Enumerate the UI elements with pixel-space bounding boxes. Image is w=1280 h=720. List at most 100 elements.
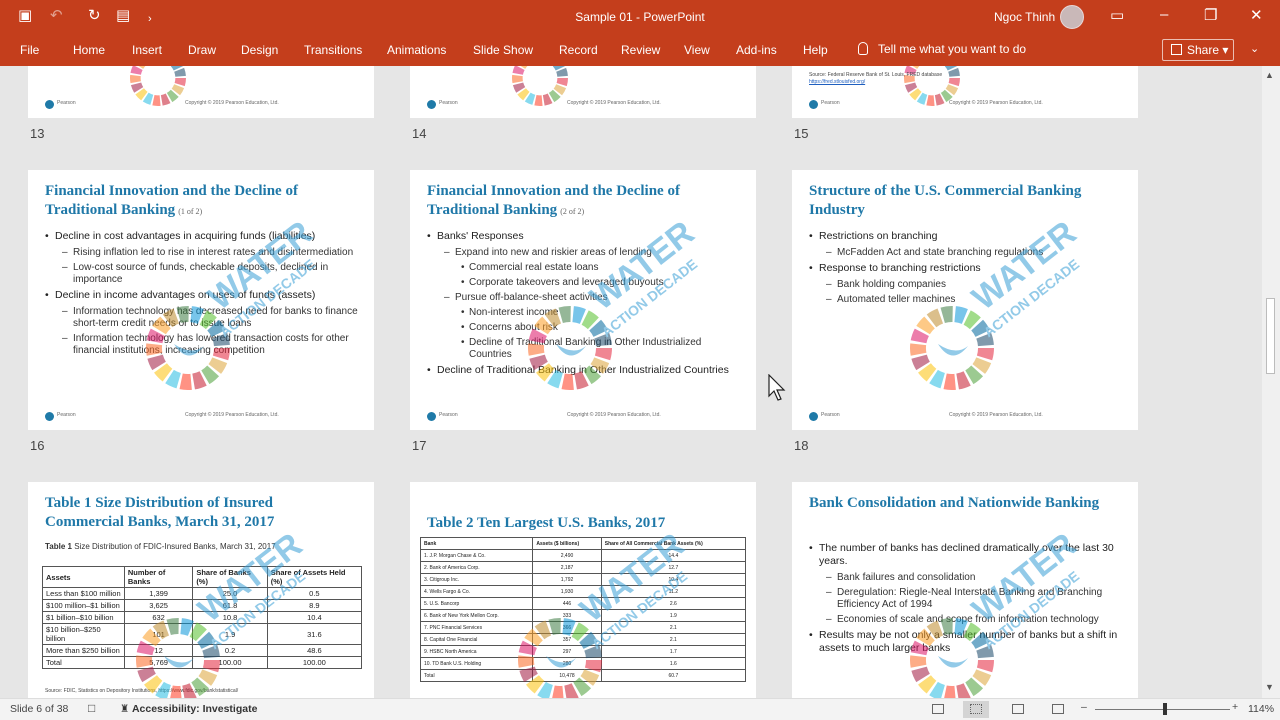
tab-insert[interactable]: Insert <box>132 43 162 57</box>
bullet-level-2: Bank failures and consolidation <box>809 572 1127 584</box>
bullet-level-2: Rising inflation led to rise in interest… <box>45 247 363 259</box>
zoom-level[interactable]: 114% <box>1248 703 1274 715</box>
accessibility-button[interactable]: ♜ Accessibility: Investigate <box>120 703 257 715</box>
close-icon[interactable]: ✕ <box>1250 6 1263 24</box>
tab-design[interactable]: Design <box>241 43 278 57</box>
footer-copyright: Copyright © 2019 Pearson Education, Ltd. <box>185 100 279 106</box>
slide-thumbnail-14[interactable]: Pearson Copyright © 2019 Pearson Educatio… <box>410 66 756 118</box>
slide-thumbnail-20[interactable]: Table 2 Ten Largest U.S. Banks, 2017 Ban… <box>410 482 756 698</box>
watermark-13 <box>130 66 186 106</box>
tab-home[interactable]: Home <box>73 43 105 57</box>
notes-icon[interactable]: □ <box>88 701 95 715</box>
pearson-logo-icon <box>427 100 436 109</box>
bullet-level-2: Deregulation: Riegle-Neal Interstate Ban… <box>809 587 1127 611</box>
slide-number-18: 18 <box>794 438 809 453</box>
table-cell: 4. Wells Fargo & Co. <box>419 585 534 598</box>
table-row: $100 million–$1 billion 3,625 61.8 8.9 <box>42 599 363 612</box>
table-cell: 1.6 <box>600 657 747 670</box>
slide15-note-link[interactable]: https://fred.stlouisfed.org/ <box>809 79 865 85</box>
table-row: Total 10,478 60.7 <box>419 669 747 682</box>
zoom-out-button[interactable]: – <box>1081 701 1087 713</box>
slide-thumbnail-17[interactable]: Financial Innovation and the Decline of … <box>410 170 756 430</box>
table-cell: Less than $100 million <box>42 587 125 600</box>
zoom-in-button[interactable]: + <box>1232 701 1238 713</box>
scroll-down-icon[interactable]: ▼ <box>1265 682 1274 692</box>
scrollbar-thumb[interactable] <box>1266 298 1275 374</box>
table-row: 6. Bank of New York Mellon Corp. 333 1.9 <box>419 609 747 622</box>
table-cell: 366 <box>532 621 602 634</box>
tab-record[interactable]: Record <box>559 43 598 57</box>
zoom-slider-thumb[interactable] <box>1163 703 1168 715</box>
table-cell: 2,187 <box>532 561 602 574</box>
slide-number-15: 15 <box>794 126 809 141</box>
table-row: 1. J.P. Morgan Chase & Co. 2,490 14.4 <box>419 549 747 562</box>
vertical-scrollbar[interactable]: ▲ ▼ <box>1262 66 1280 698</box>
bullet-level-1: The number of banks has declined dramati… <box>809 542 1127 568</box>
bullet-level-2: Expand into new and riskier areas of len… <box>427 247 745 259</box>
table-row: 10. TD Bank U.S. Holding 280 1.6 <box>419 657 747 670</box>
slide-title: Financial Innovation and the Decline of … <box>45 182 355 221</box>
tab-animations[interactable]: Animations <box>387 43 446 57</box>
slide-show-icon <box>1052 704 1064 714</box>
scroll-up-icon[interactable]: ▲ <box>1265 70 1274 80</box>
bullet-level-2: Automated teller machines <box>809 294 1127 306</box>
table-cell: 2. Bank of America Corp. <box>419 561 534 574</box>
slide-show-button[interactable] <box>1045 701 1071 718</box>
footer-copyright: Copyright © 2019 Pearson Education, Ltd. <box>185 412 279 418</box>
footer-copyright: Copyright © 2019 Pearson Education, Ltd. <box>949 100 1043 106</box>
tab-slide-show[interactable]: Slide Show <box>473 43 533 57</box>
bullet-level-1: Decline in income advantages on uses of … <box>45 289 363 302</box>
table-cell: 7. PNC Financial Services <box>419 621 534 634</box>
bullet-level-1: Restrictions on branching <box>809 230 1127 243</box>
table-header-cell: Assets <box>42 566 125 588</box>
reading-view-button[interactable] <box>1005 701 1031 718</box>
slide-title: Structure of the U.S. Commercial Banking… <box>809 183 1082 218</box>
footer-logo-text: Pearson <box>57 100 76 106</box>
avatar[interactable] <box>1060 5 1084 29</box>
table-cell: 12.7 <box>600 561 747 574</box>
slide-footer: Pearson Copyright © 2019 Pearson Educatio… <box>809 412 1121 422</box>
share-button[interactable]: Share ▾ <box>1162 39 1234 61</box>
slide-thumbnail-15[interactable]: Source: Federal Reserve Bank of St. Loui… <box>792 66 1138 118</box>
slide17-subtitle: (2 of 2) <box>560 207 585 216</box>
slide-thumbnail-18[interactable]: Structure of the U.S. Commercial Banking… <box>792 170 1138 430</box>
minimize-icon[interactable]: – <box>1160 6 1168 23</box>
table-row: 8. Capital One Financial 357 2.1 <box>419 633 747 646</box>
tab-file[interactable]: File <box>20 43 39 57</box>
slide-thumbnail-16[interactable]: Financial Innovation and the Decline of … <box>28 170 374 430</box>
tab-help[interactable]: Help <box>803 43 828 57</box>
user-name[interactable]: Ngoc Thinh <box>994 10 1055 24</box>
restore-icon[interactable]: ❐ <box>1204 6 1217 24</box>
bullet-level-2: Information technology has decreased nee… <box>45 306 363 330</box>
slide-number-17: 17 <box>412 438 427 453</box>
normal-view-button[interactable] <box>925 701 951 718</box>
tab-view[interactable]: View <box>684 43 710 57</box>
table-cell: 0.5 <box>266 587 363 600</box>
accessibility-icon: ♜ <box>120 703 130 715</box>
slide-footer: Pearson Copyright © 2019 Pearson Educatio… <box>427 412 739 422</box>
tab-add-ins[interactable]: Add-ins <box>736 43 777 57</box>
share-label: Share <box>1187 43 1220 57</box>
slide-thumbnail-13[interactable]: Pearson Copyright © 2019 Pearson Educatio… <box>28 66 374 118</box>
slide-number-13: 13 <box>30 126 45 141</box>
slide-sorter-view-button[interactable] <box>963 701 989 718</box>
bullet-level-3: Non-interest income <box>427 307 745 319</box>
tab-review[interactable]: Review <box>621 43 660 57</box>
tab-draw[interactable]: Draw <box>188 43 216 57</box>
slide18-bullets: Restrictions on branching McFadden Act an… <box>809 230 1127 309</box>
bullet-level-2: Pursue off-balance-sheet activities <box>427 292 745 304</box>
slide-sorter[interactable]: Pearson Copyright © 2019 Pearson Educatio… <box>0 66 1262 698</box>
slide-thumbnail-21[interactable]: Bank Consolidation and Nationwide Bankin… <box>792 482 1138 698</box>
slide-thumbnail-19[interactable]: Table 1 Size Distribution of Insured Com… <box>28 482 374 698</box>
table-caption: Table 1 Size Distribution of FDIC-Insure… <box>45 542 365 551</box>
table-cell: 5,769 <box>123 656 194 669</box>
ribbon-display-options-icon[interactable]: ▭ <box>1110 6 1124 24</box>
slide16-subtitle: (1 of 2) <box>178 207 203 216</box>
bullet-level-1: Response to branching restrictions <box>809 262 1127 275</box>
caption-bold: Table 1 <box>45 542 72 551</box>
watermark-14 <box>512 66 568 106</box>
collapse-ribbon-icon[interactable]: ⌄ <box>1250 42 1259 55</box>
tell-me-search[interactable]: Tell me what you want to do <box>858 42 1026 56</box>
table-cell: 1,399 <box>123 587 194 600</box>
tab-transitions[interactable]: Transitions <box>304 43 362 57</box>
